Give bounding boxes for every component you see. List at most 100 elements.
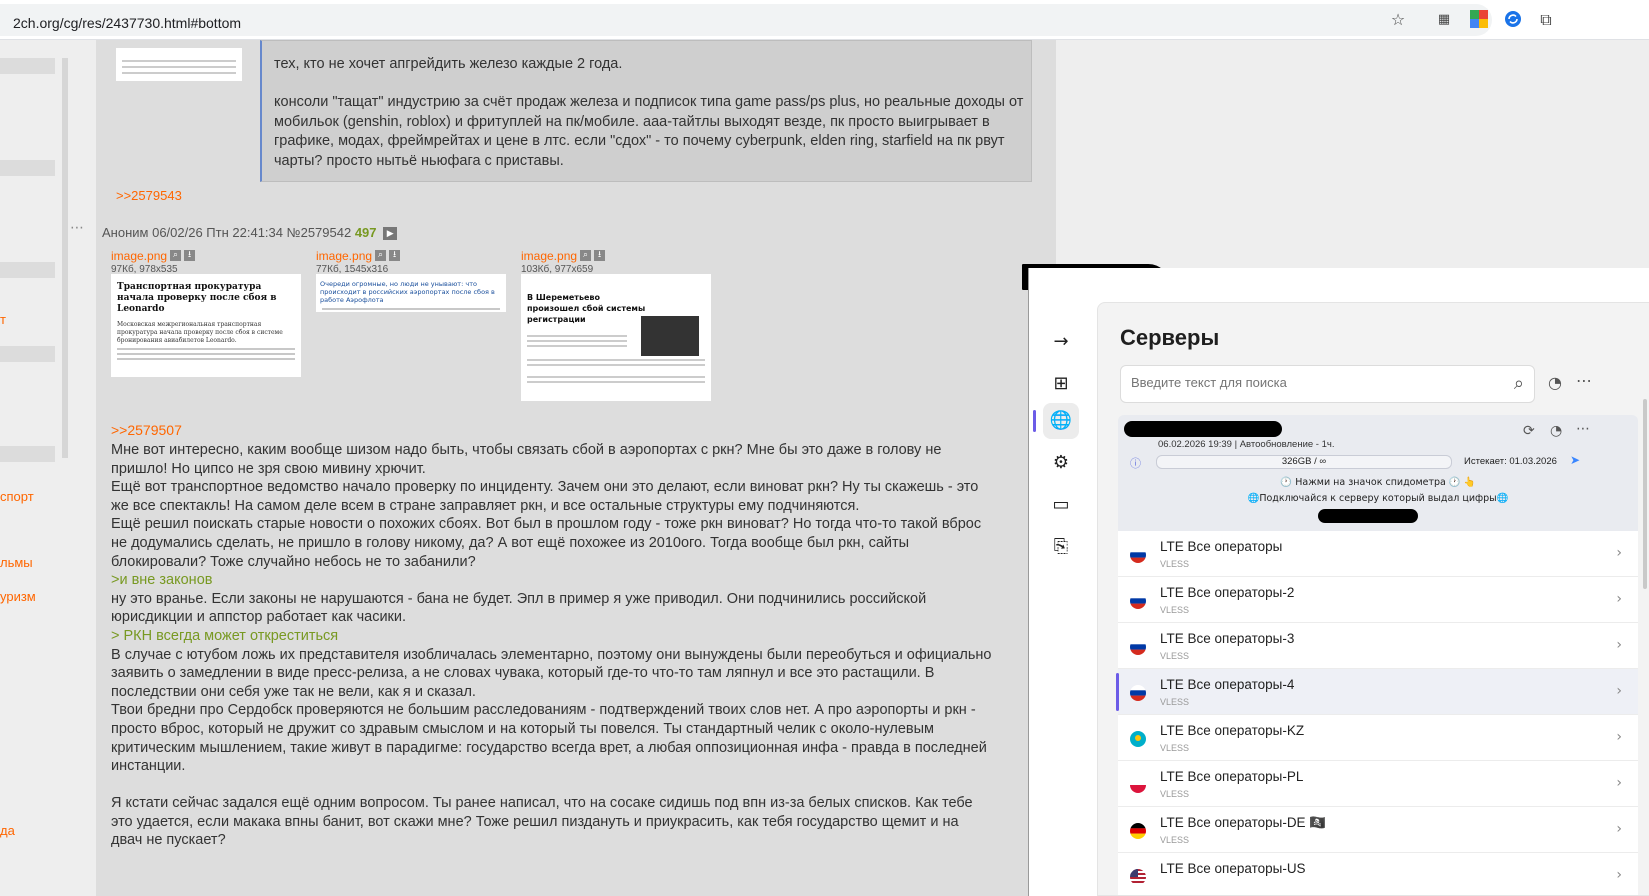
arrow-right-icon[interactable]: → — [1043, 324, 1079, 360]
extensions-icon[interactable]: ⧉ — [1536, 10, 1556, 30]
server-protocol: VLESS — [1160, 651, 1190, 661]
server-name: LTE Все операторы-4 — [1160, 677, 1295, 692]
search-icon[interactable]: ⌕ — [1514, 373, 1524, 394]
clipboard-icon[interactable]: ⎘ — [1043, 529, 1079, 565]
chevron-right-icon[interactable]: › — [1616, 637, 1622, 653]
subscription-card[interactable]: ⟳ ◔ ⋯ 06.02.2026 19:39 | Автообновление … — [1118, 415, 1638, 531]
file-name[interactable]: image.png — [111, 249, 167, 263]
chevron-right-icon[interactable]: › — [1616, 591, 1622, 607]
qr-icon[interactable]: ▦ — [1434, 10, 1454, 30]
server-row[interactable]: LTE Все операторы-2 VLESS › — [1118, 577, 1638, 623]
post-previous: тех, кто не хочет апгрейдить железо кажд… — [96, 40, 1056, 224]
board-sidebar: т спорт льмы уризм да — [0, 40, 68, 896]
server-row[interactable]: LTE Все операторы-KZ VLESS › — [1118, 715, 1638, 761]
search-icon[interactable]: ⌕ — [375, 250, 387, 261]
info-icon[interactable]: ⓘ — [1130, 455, 1141, 471]
thumbnail-subtext: Московская межрегиональная транспортная … — [117, 321, 283, 344]
post-thumbnail[interactable]: Транспортная прокуратура начала проверку… — [111, 274, 301, 377]
post-line: Ещё вот транспортное ведомство начало пр… — [111, 479, 979, 496]
server-row[interactable]: LTE Все операторы-4 VLESS › — [1116, 669, 1638, 715]
post-line: юрисдикции и аппстор работает как часики… — [111, 609, 407, 626]
server-row[interactable]: LTE Все операторы-DE 🏴‍☠️ VLESS › — [1118, 807, 1638, 853]
server-protocol: VLESS — [1160, 789, 1190, 799]
speedometer-icon[interactable]: ◔ — [1550, 423, 1562, 439]
add-icon[interactable]: ⊞ — [1043, 366, 1079, 402]
search-icon[interactable]: ⌕ — [580, 250, 592, 261]
sidebar-link[interactable]: да — [0, 823, 15, 838]
server-list-scrollbar[interactable] — [1643, 399, 1647, 589]
sidebar-section — [0, 446, 55, 462]
address-bar[interactable]: 2ch.org/cg/res/2437730.html#bottom — [0, 4, 1492, 36]
post-line: В случае с ютубом ложь их представителя … — [111, 646, 992, 663]
flag-de-icon — [1130, 823, 1146, 839]
post-count: 497 — [354, 225, 377, 240]
file-name[interactable]: image.png — [316, 249, 372, 263]
search-field[interactable] — [1131, 375, 1491, 390]
star-icon[interactable]: ☆ — [1388, 10, 1408, 30]
download-icon[interactable]: ⭳ — [389, 250, 401, 261]
post-line: Ещё решил поискать старые новости о похо… — [111, 516, 982, 533]
more-icon[interactable]: ⋯ — [1576, 421, 1590, 437]
search-icon[interactable]: ⌕ — [170, 250, 182, 261]
chart-icon[interactable]: ▭ — [1043, 487, 1079, 523]
sidebar-scrollbar[interactable] — [62, 58, 68, 458]
subscription-updated: 06.02.2026 19:39 | Автообновление - 1ч. — [1158, 439, 1335, 450]
post-thumbnail[interactable]: В Шереметьево произошел сбой системы рег… — [521, 274, 711, 401]
traffic-bar: 326GB / ∞ — [1156, 455, 1452, 469]
post-line: же все спектакль! На самом деле всем в с… — [111, 497, 860, 514]
download-icon[interactable]: ⭳ — [184, 250, 196, 261]
sidebar-section — [0, 160, 55, 176]
server-row[interactable]: LTE Все операторы-3 VLESS › — [1118, 623, 1638, 669]
translate-icon[interactable] — [1469, 10, 1489, 30]
post-header: Аноним 06/02/26 Птн 22:41:34 №2579542 49… — [102, 225, 398, 241]
post-body: Мне вот интересно, каким вообще шизом на… — [111, 441, 1051, 850]
server-protocol: VLESS — [1160, 559, 1190, 569]
sidebar-link[interactable]: уризм — [0, 589, 36, 604]
globe-icon[interactable]: 🌐 — [1043, 403, 1079, 439]
post-line: последствии они себя уже так не вели, ка… — [111, 683, 476, 700]
post-main: Аноним 06/02/26 Птн 22:41:34 №2579542 49… — [96, 220, 1056, 896]
sync-icon[interactable] — [1503, 10, 1523, 30]
server-name: LTE Все операторы-2 — [1160, 585, 1295, 600]
post-menu-icon[interactable]: ⋯ — [70, 220, 84, 236]
post-number[interactable]: №2579542 — [287, 225, 352, 240]
chevron-right-icon[interactable]: › — [1616, 545, 1622, 561]
refresh-icon[interactable]: ⟳ — [1523, 423, 1535, 439]
speedometer-icon[interactable]: ◔ — [1548, 373, 1562, 392]
server-row[interactable]: LTE Все операторы VLESS › — [1118, 531, 1638, 577]
chevron-right-icon[interactable]: › — [1616, 821, 1622, 837]
server-row[interactable]: LTE Все операторы-US › — [1118, 853, 1638, 895]
sidebar-link[interactable]: т — [0, 312, 6, 327]
server-name: LTE Все операторы — [1160, 539, 1283, 554]
post-line: инстанции. — [111, 758, 186, 775]
post-line: это удается, если макака впны банит, вот… — [111, 813, 959, 830]
sidebar-link[interactable]: спорт — [0, 489, 34, 504]
sidebar-link[interactable]: льмы — [0, 555, 33, 570]
chevron-right-icon[interactable]: › — [1616, 729, 1622, 745]
url-text[interactable]: 2ch.org/cg/res/2437730.html#bottom — [13, 15, 241, 31]
telegram-icon[interactable]: ➤ — [1570, 453, 1580, 467]
gear-icon[interactable]: ⚙ — [1043, 445, 1079, 481]
chevron-right-icon[interactable]: › — [1616, 867, 1622, 883]
chevron-right-icon[interactable]: › — [1616, 683, 1622, 699]
post-thumbnail[interactable] — [116, 48, 242, 81]
vpn-main-panel: Серверы ⌕ ◔ ⋯ ⟳ ◔ ⋯ 06.02.2026 19:39 | А… — [1097, 302, 1649, 896]
server-row[interactable]: LTE Все операторы-PL VLESS › — [1118, 761, 1638, 807]
server-name: LTE Все операторы-KZ — [1160, 723, 1305, 738]
search-input[interactable]: ⌕ — [1120, 365, 1535, 403]
more-icon[interactable]: ⋯ — [1576, 371, 1592, 390]
post-line: блокировали? Тоже случайно небось не то … — [111, 553, 476, 570]
post-line: Твои бредни про Сердобск проверяются не … — [111, 702, 976, 719]
download-icon[interactable]: ⭳ — [594, 250, 606, 261]
flag-kz-icon — [1130, 731, 1146, 747]
server-name: LTE Все операторы-3 — [1160, 631, 1295, 646]
post-thumbnail[interactable]: Очереди огромные, но люди не унывают: чт… — [316, 274, 506, 312]
server-protocol: VLESS — [1160, 743, 1190, 753]
file-name[interactable]: image.png — [521, 249, 577, 263]
sidebar-section — [0, 58, 55, 74]
reply-link[interactable]: >>2579543 — [116, 188, 182, 203]
reply-link[interactable]: >>2579507 — [111, 422, 182, 438]
chevron-right-icon[interactable]: › — [1616, 775, 1622, 791]
post-line — [111, 776, 1051, 795]
play-icon[interactable]: ▶ — [383, 227, 398, 241]
